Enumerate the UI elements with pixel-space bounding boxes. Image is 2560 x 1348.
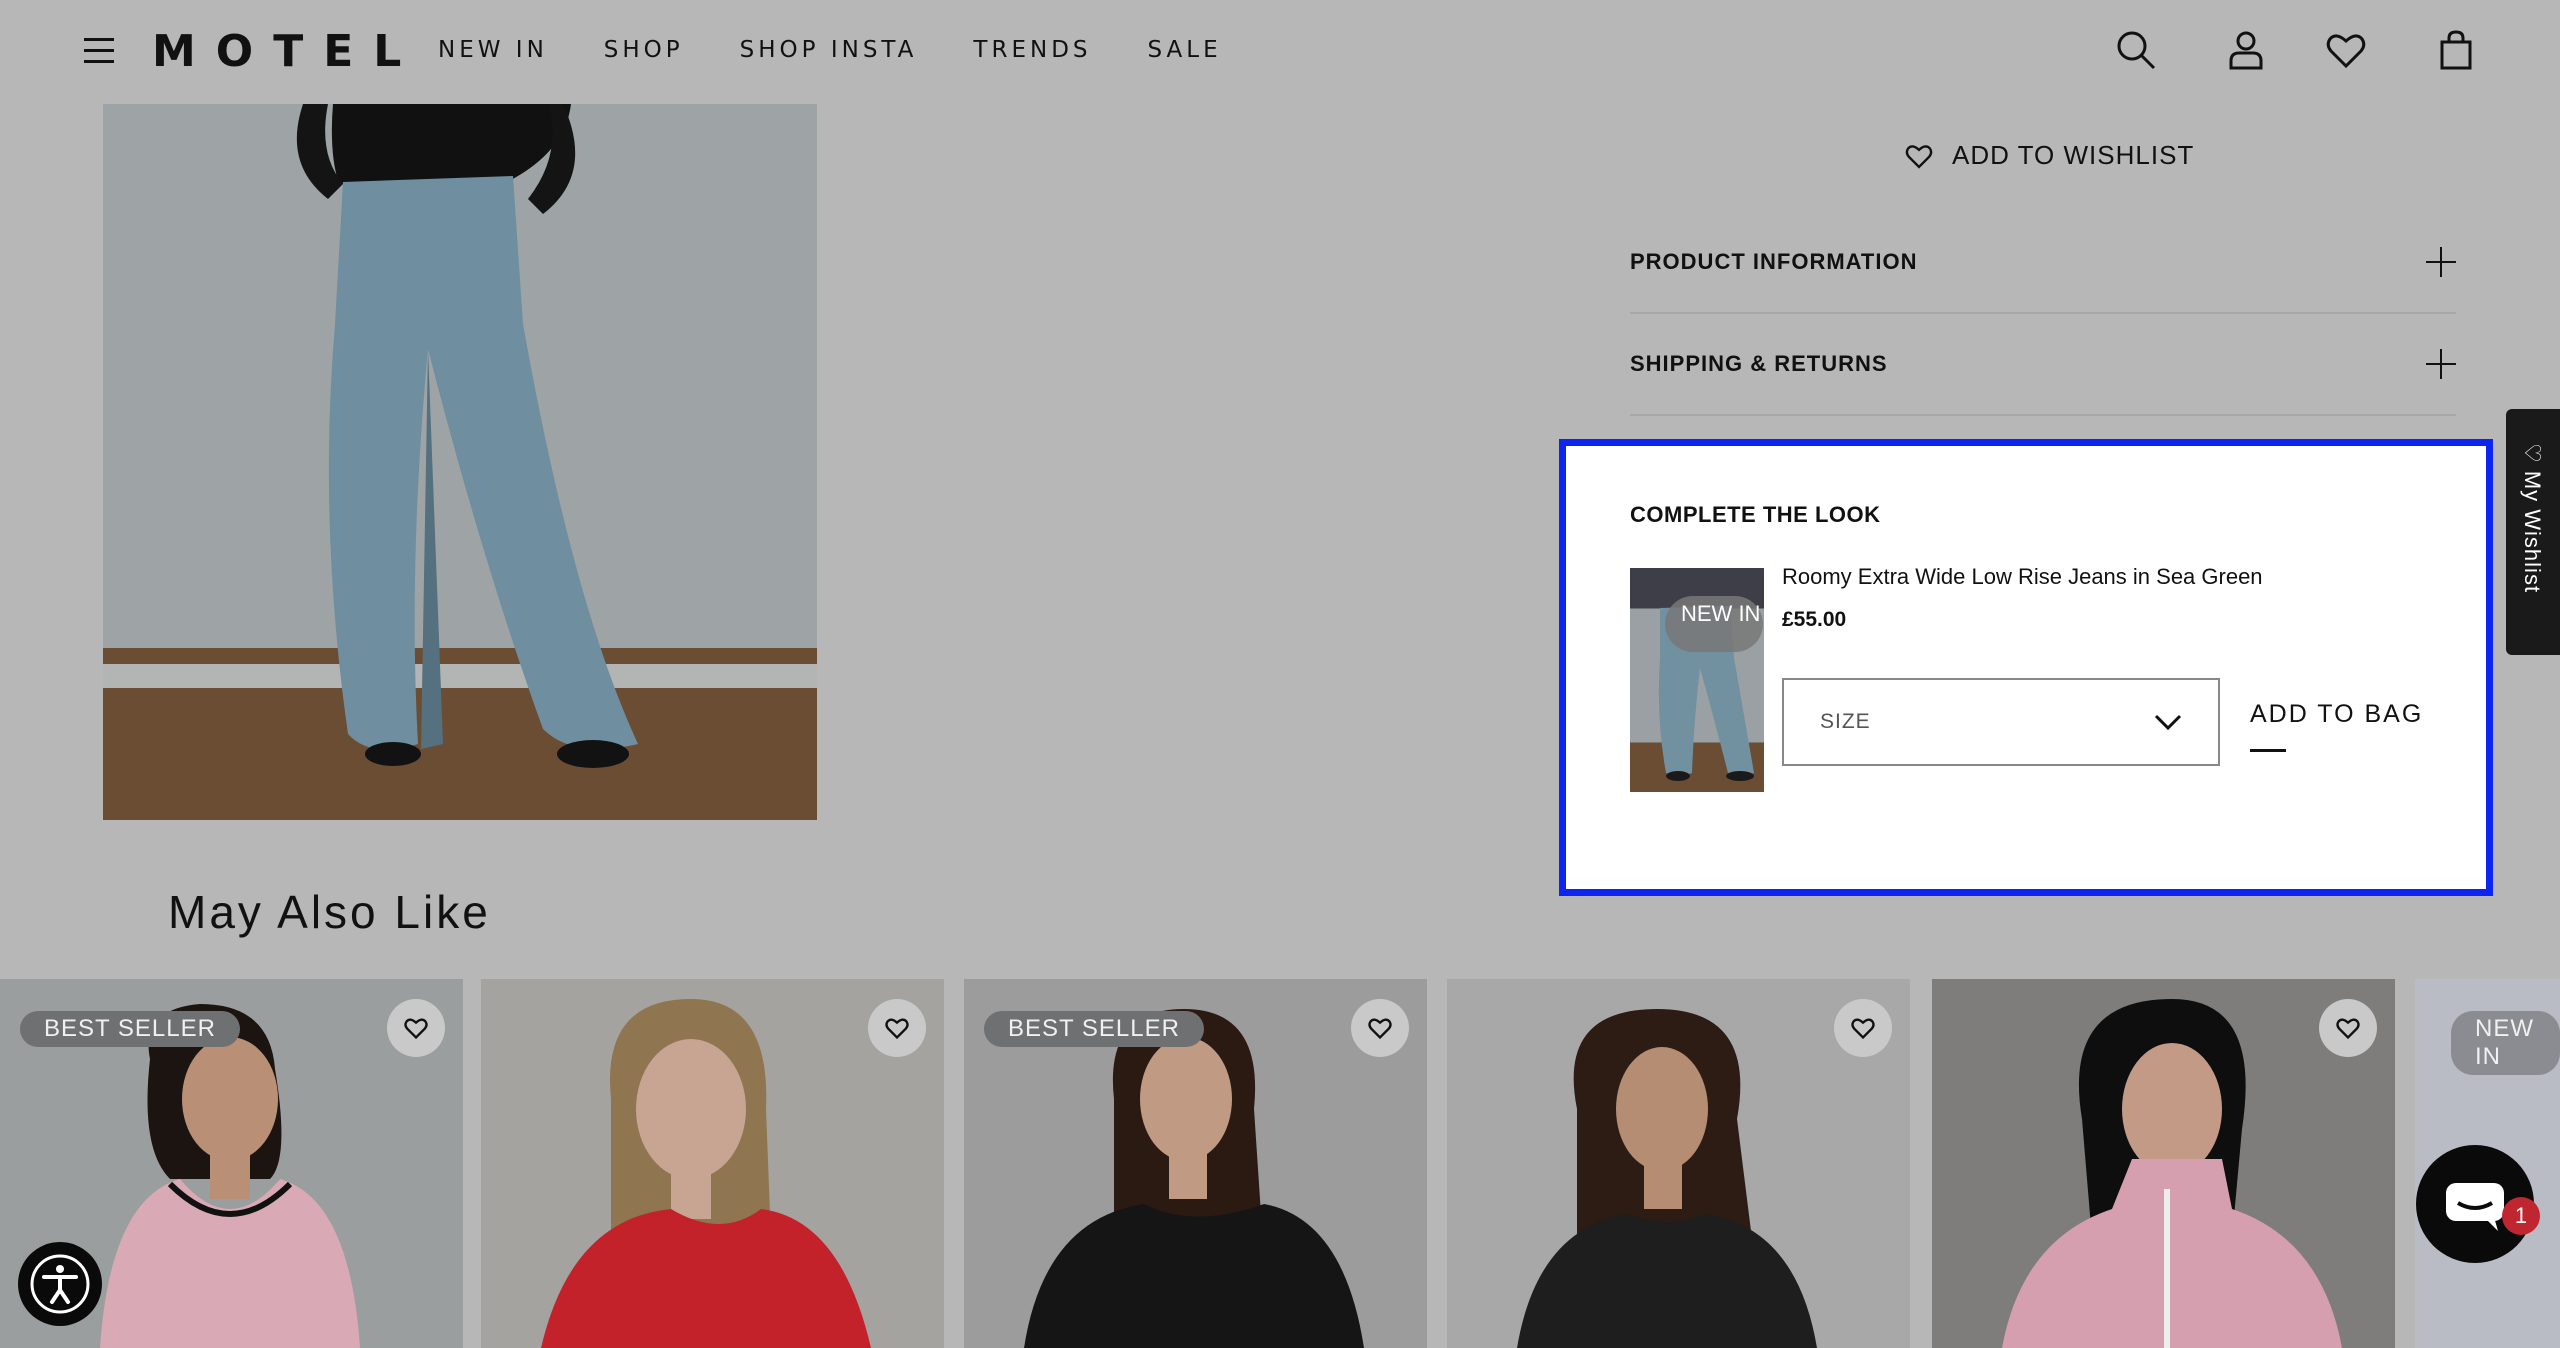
new-in-badge: NEW IN xyxy=(1665,596,1763,652)
search-icon[interactable] xyxy=(2114,28,2158,72)
product-card[interactable] xyxy=(1932,979,2395,1348)
site-header: MOTEL NEW IN SHOP SHOP INSTA TRENDS SALE xyxy=(0,0,2560,104)
best-seller-badge: BEST SELLER xyxy=(984,1011,1204,1047)
accessibility-button[interactable] xyxy=(18,1242,102,1326)
add-to-bag-button[interactable]: ADD TO BAG xyxy=(2250,700,2423,729)
accessibility-icon xyxy=(30,1254,90,1314)
product-image[interactable] xyxy=(103,104,817,820)
nav-shop-insta[interactable]: SHOP INSTA xyxy=(740,37,918,63)
my-wishlist-label: ♡ My Wishlist xyxy=(2520,443,2545,594)
wishlist-heart-icon[interactable] xyxy=(2324,28,2368,72)
main-nav: NEW IN SHOP SHOP INSTA TRENDS SALE xyxy=(438,37,1278,63)
heart-icon xyxy=(1905,144,1933,169)
plus-icon xyxy=(2426,349,2456,379)
look-item-name[interactable]: Roomy Extra Wide Low Rise Jeans in Sea G… xyxy=(1782,564,2263,590)
heart-icon xyxy=(1851,1018,1875,1040)
may-also-like-title: May Also Like xyxy=(168,886,491,938)
heart-icon xyxy=(885,1018,909,1040)
account-icon[interactable] xyxy=(2224,28,2268,72)
look-item-image[interactable]: NEW IN xyxy=(1630,568,1764,792)
recommendations-carousel: BEST SELLER BEST SELLER NEW IN xyxy=(0,979,2560,1348)
new-in-badge: NEW IN xyxy=(2451,1011,2560,1075)
accordion-shipping-returns[interactable]: SHIPPING & RETURNS xyxy=(1630,314,2456,416)
size-select[interactable]: SIZE xyxy=(1782,678,2220,766)
nav-sale[interactable]: SALE xyxy=(1148,37,1222,63)
look-item-price: £55.00 xyxy=(1782,608,1847,631)
chat-unread-badge: 1 xyxy=(2502,1197,2540,1235)
accordion-title: PRODUCT INFORMATION xyxy=(1630,249,1918,274)
size-placeholder: SIZE xyxy=(1820,710,1871,733)
nav-shop[interactable]: SHOP xyxy=(604,37,684,63)
chevron-down-icon xyxy=(2154,714,2182,731)
best-seller-badge: BEST SELLER xyxy=(20,1011,240,1047)
my-wishlist-tab[interactable]: ♡ My Wishlist xyxy=(2506,409,2560,655)
wishlist-heart-button[interactable] xyxy=(868,999,926,1057)
heart-icon xyxy=(2336,1018,2360,1040)
heart-icon xyxy=(1368,1018,1392,1040)
wishlist-heart-button[interactable] xyxy=(2319,999,2377,1057)
accordion-title: SHIPPING & RETURNS xyxy=(1630,351,1888,376)
wishlist-heart-button[interactable] xyxy=(1351,999,1409,1057)
bag-icon[interactable] xyxy=(2434,28,2478,72)
site-logo[interactable]: MOTEL xyxy=(152,26,421,77)
product-card[interactable] xyxy=(1447,979,1910,1348)
nav-trends[interactable]: TRENDS xyxy=(973,37,1091,63)
add-to-wishlist-button[interactable]: ADD TO WISHLIST xyxy=(1904,140,2194,171)
add-to-wishlist-label: ADD TO WISHLIST xyxy=(1952,140,2195,170)
plus-icon xyxy=(2426,247,2456,277)
heart-icon: ♡ xyxy=(2520,443,2545,471)
product-card[interactable] xyxy=(481,979,944,1348)
accordion-product-information[interactable]: PRODUCT INFORMATION xyxy=(1630,212,2456,314)
product-card[interactable]: BEST SELLER xyxy=(964,979,1427,1348)
complete-the-look-panel: COMPLETE THE LOOK NEW IN Roomy Extra Wid… xyxy=(1559,439,2493,896)
menu-icon[interactable] xyxy=(84,38,114,64)
nav-new-in[interactable]: NEW IN xyxy=(438,37,548,63)
heart-icon xyxy=(404,1018,428,1040)
complete-the-look-title: COMPLETE THE LOOK xyxy=(1630,502,1881,527)
wishlist-heart-button[interactable] xyxy=(1834,999,1892,1057)
wishlist-heart-button[interactable] xyxy=(387,999,445,1057)
add-to-bag-underline xyxy=(2250,749,2286,752)
